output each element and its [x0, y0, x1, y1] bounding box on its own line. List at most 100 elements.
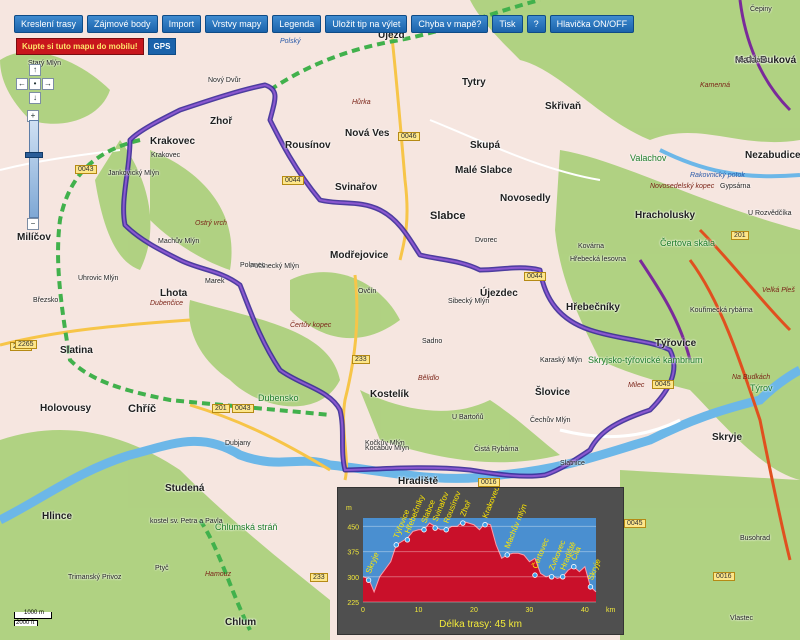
gps-button[interactable]: GPS [147, 38, 177, 55]
x-tick-label: 20 [470, 607, 478, 614]
profile-waypoint [432, 525, 438, 531]
help-button[interactable]: ? [526, 15, 546, 33]
profile-waypoint-label: Zhoř [458, 499, 473, 518]
import-button[interactable]: Import [161, 15, 202, 33]
place-label: Nezabudice [745, 150, 800, 161]
zoom-slider-thumb[interactable] [25, 152, 43, 158]
road-number-label: 0045 [652, 380, 674, 389]
profile-waypoint [587, 584, 594, 590]
road-number-label: 233 [352, 355, 370, 364]
y-unit-label: m [346, 505, 352, 512]
profile-waypoint [504, 552, 510, 558]
x-unit-label: km [606, 607, 616, 614]
place-label: Ovčín [358, 288, 377, 295]
place-label: Březsko [33, 297, 59, 304]
place-label: Novosedelský kopec [650, 183, 715, 190]
place-label: Gypsárna [720, 183, 751, 190]
road-number-label: 0045 [624, 519, 646, 528]
place-label: Kouřimecká rybárna [690, 307, 753, 314]
place-label: Slatina [60, 345, 93, 356]
place-label: Týrov [750, 383, 773, 393]
place-label: Valachov [630, 153, 667, 163]
place-label: kostel sv. Petra a Pavla [150, 518, 223, 525]
x-tick-label: 30 [526, 607, 534, 614]
legend-button[interactable]: Legenda [272, 15, 322, 33]
profile-waypoint [560, 574, 566, 580]
place-label: Skryje [712, 432, 743, 443]
pan-up-button[interactable]: ↑ [29, 64, 41, 76]
place-label: Čertova skála [660, 238, 716, 248]
pan-right-button[interactable]: → [42, 78, 54, 90]
header-toggle-button[interactable]: Hlavička ON/OFF [549, 15, 635, 33]
place-label: Sadno [422, 338, 443, 345]
place-label: Čertův kopec [290, 322, 332, 329]
profile-waypoint [571, 564, 577, 570]
pan-left-button[interactable]: ← [16, 78, 28, 90]
place-label: Hřebecká lesovna [570, 256, 627, 263]
road-number-label: 233 [310, 573, 328, 582]
secondary-toolbar: Kupte si tuto mapu do mobilu! GPS [16, 38, 177, 55]
buy-mobile-map-button[interactable]: Kupte si tuto mapu do mobilu! [16, 38, 144, 55]
place-label: Hradiště [398, 476, 439, 487]
place-label: Lhota [160, 288, 188, 299]
profile-waypoint-label: Krakovec [481, 488, 502, 519]
top-toolbar: Kreslení trasy Zájmové body Import Vrstv… [14, 15, 635, 33]
place-label: Marek [205, 278, 225, 285]
place-label: Trimanský Privoz [68, 574, 122, 581]
place-label: Dubenčice [150, 300, 184, 307]
zoom-out-button[interactable]: − [27, 218, 39, 230]
pan-down-button[interactable]: ↓ [29, 92, 41, 104]
scale-imperial-label: 2000 ft [16, 620, 35, 626]
road-number-label: 201 [212, 404, 230, 413]
place-label: Hracholusky [635, 210, 696, 221]
place-label: Busohrad [740, 535, 770, 542]
profile-waypoint [404, 537, 411, 543]
place-label: Šlovice [535, 387, 571, 398]
place-label: Chlumská stráň [215, 522, 278, 532]
y-tick-label: 300 [347, 575, 359, 582]
points-of-interest-button[interactable]: Zájmové body [87, 15, 158, 33]
save-trip-button[interactable]: Uložit tip na výlet [325, 15, 408, 33]
place-label: Karaský Mlýn [540, 357, 583, 364]
road-number-label: 2265 [15, 340, 37, 349]
road-number-label: 0044 [282, 176, 304, 185]
place-label: Kostelík [370, 389, 409, 400]
profile-waypoint [482, 522, 488, 528]
road-number-label: 201 [731, 231, 749, 240]
place-label: Malé Slabce [455, 165, 513, 176]
road-number-label: 0043 [75, 165, 97, 174]
profile-waypoint [532, 572, 538, 578]
pan-center-button[interactable]: • [29, 78, 41, 90]
zoom-slider-track[interactable] [29, 120, 39, 218]
place-label: Krakovec [150, 136, 196, 147]
place-label: Hlince [42, 511, 73, 522]
scale-bar: 1000 m 2000 ft [14, 610, 74, 628]
road-number-label: 0046 [398, 132, 420, 141]
place-label: Slabce [430, 210, 466, 222]
place-label: Skupá [470, 140, 501, 151]
map-navigation: ↑ ← • → ↓ + − [14, 62, 54, 237]
place-label: Chlum [225, 617, 257, 628]
place-label: Studená [165, 483, 205, 494]
place-label: Ostrý vrch [195, 220, 227, 227]
route-length-label: Délka trasy: 45 km [439, 619, 522, 630]
print-button[interactable]: Tisk [492, 15, 523, 33]
y-tick-label: 375 [347, 550, 359, 557]
x-tick-label: 10 [415, 607, 423, 614]
road-number-label: 0043 [232, 404, 254, 413]
road-number-label: 0016 [478, 478, 500, 487]
profile-waypoint [365, 577, 372, 583]
map-layers-button[interactable]: Vrstvy mapy [205, 15, 269, 33]
report-map-error-button[interactable]: Chyba v mapě? [411, 15, 489, 33]
elevation-profile-panel: 225 300 375 450 0 10 20 30 40 m km Skryje Týřovice Hř… [337, 485, 624, 635]
place-label: Slatnice [560, 460, 585, 467]
place-label: Hůrka [352, 99, 371, 106]
place-label: Dvorec [475, 237, 498, 244]
profile-waypoint [460, 520, 466, 526]
place-label: Kovárna [578, 243, 605, 250]
place-label: Na Chlátku [735, 57, 770, 64]
draw-route-button[interactable]: Kreslení trasy [14, 15, 84, 33]
place-label: Holovousy [40, 403, 92, 414]
place-label: Uhrovic Mlýn [78, 275, 119, 282]
place-label: Novosedly [500, 193, 551, 204]
